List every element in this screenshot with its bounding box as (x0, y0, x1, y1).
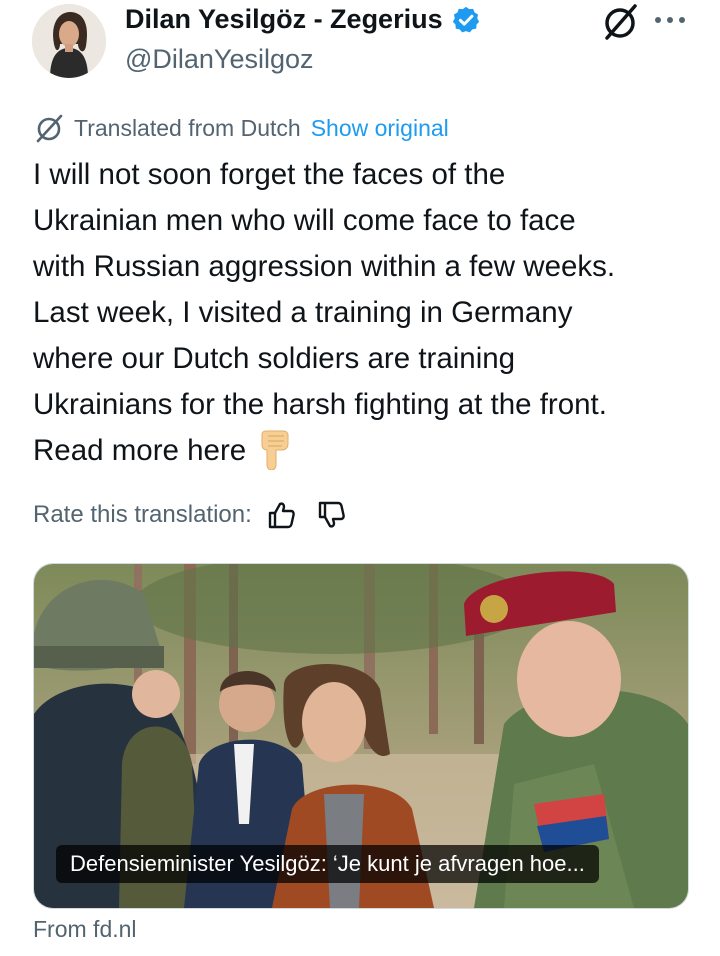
author-handle[interactable]: @DilanYesilgoz (125, 44, 314, 75)
translated-label: Translated from Dutch (74, 114, 301, 141)
pointing-down-emoji-icon (261, 430, 289, 470)
card-source[interactable]: From fd.nl (33, 916, 137, 943)
card-caption: Defensieminister Yesilgöz: ‘Je kunt je a… (56, 845, 599, 883)
display-name[interactable]: Dilan Yesilgöz - Zegerius (125, 4, 443, 35)
thumbs-up-icon[interactable] (266, 500, 296, 530)
grok-translate-icon (36, 114, 63, 143)
tweet-line: I will not soon forget the faces of the (33, 158, 506, 191)
show-original-link[interactable]: Show original (311, 115, 449, 142)
tweet-line: where our Dutch soldiers are training (33, 342, 516, 375)
tweet-line: Ukrainian men who will come face to face (33, 204, 576, 237)
tweet-line-last: Read more here (33, 428, 703, 474)
rate-translation-row: Rate this translation: (33, 500, 346, 530)
tweet-text: I will not soon forget the faces of the … (33, 152, 703, 474)
rate-translation-label: Rate this translation: (33, 501, 252, 528)
author-avatar[interactable] (32, 4, 106, 78)
grok-icon[interactable] (600, 2, 640, 42)
author-name-row[interactable]: Dilan Yesilgöz - Zegerius (125, 4, 481, 35)
read-more-text: Read more here (33, 434, 247, 467)
tweet-line: Last week, I visited a training in Germa… (33, 296, 573, 329)
avatar-photo (32, 4, 106, 78)
translation-notice: Translated from Dutch Show original (34, 113, 449, 143)
more-options-icon[interactable] (652, 14, 688, 26)
verified-badge-icon (452, 6, 479, 32)
link-preview-card[interactable]: Defensieminister Yesilgöz: ‘Je kunt je a… (33, 563, 689, 909)
tweet-line: Ukrainians for the harsh fighting at the… (33, 388, 607, 421)
thumbs-down-icon[interactable] (316, 500, 346, 530)
tweet-line: with Russian aggression within a few wee… (33, 250, 616, 283)
